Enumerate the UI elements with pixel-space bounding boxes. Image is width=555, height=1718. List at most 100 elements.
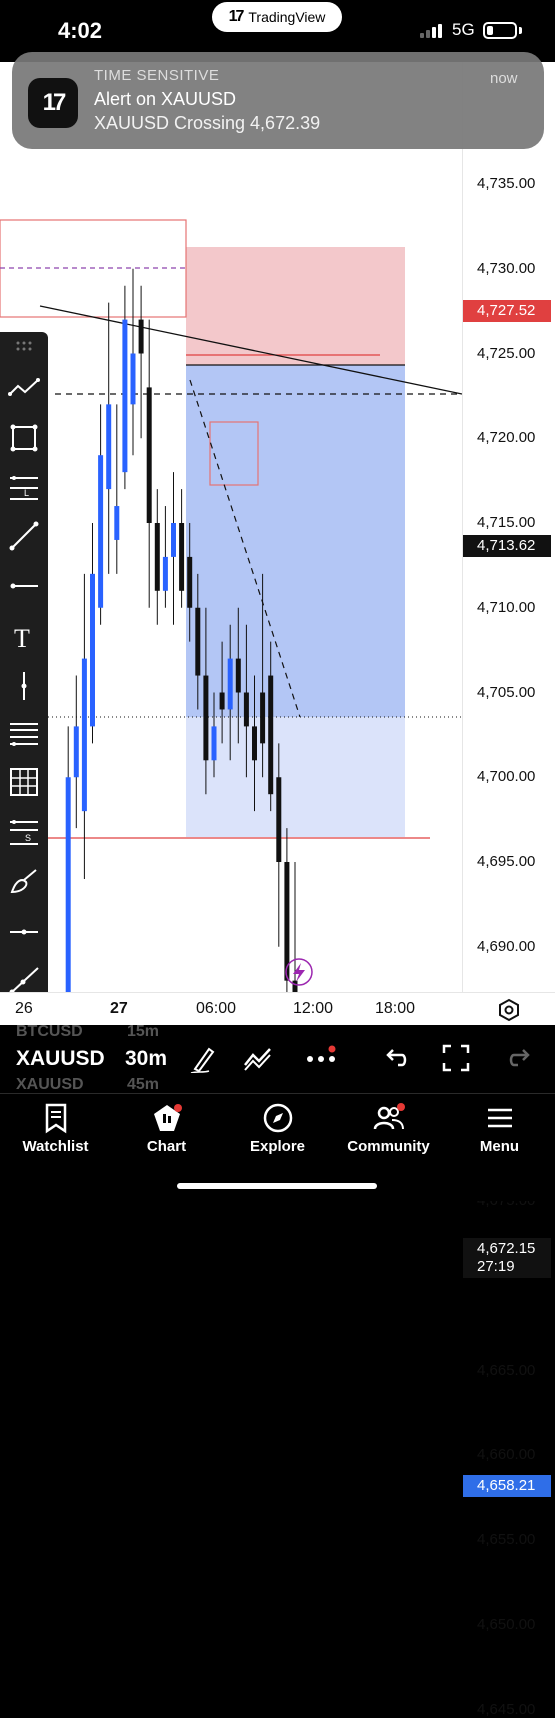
price-axis-label: 4,710.00 xyxy=(477,598,536,616)
candle-body[interactable] xyxy=(73,726,79,778)
nav-menu[interactable]: Menu xyxy=(444,1102,555,1155)
vertical-line-icon[interactable] xyxy=(8,670,40,702)
candle-body[interactable] xyxy=(106,404,112,490)
draw-pen-icon[interactable] xyxy=(187,1043,217,1073)
app-pill-label: TradingView xyxy=(248,9,326,25)
candle-body[interactable] xyxy=(243,692,249,727)
nav-community[interactable]: Community xyxy=(333,1102,444,1155)
candle-body[interactable] xyxy=(98,455,104,608)
candle-body[interactable] xyxy=(211,726,217,761)
interval-selector[interactable]: 30m xyxy=(125,1047,167,1071)
candle-body[interactable] xyxy=(252,726,257,761)
grid-icon[interactable] xyxy=(8,766,40,798)
brush-icon[interactable] xyxy=(8,866,40,898)
candle-body[interactable] xyxy=(268,675,274,795)
compass-icon xyxy=(263,1103,292,1133)
signal-icon xyxy=(420,24,442,38)
notification-time: now xyxy=(490,70,518,87)
fib-retracement-icon[interactable]: S xyxy=(8,816,40,848)
text-icon[interactable]: T xyxy=(8,620,40,652)
chart-icon xyxy=(153,1104,182,1131)
horizontal-lines-icon[interactable] xyxy=(8,718,40,750)
price-axis-label: 4,655.00 xyxy=(477,1531,536,1548)
profit-zone[interactable] xyxy=(186,365,405,717)
chart-plot[interactable]: 17 xyxy=(0,62,462,992)
nav-label: Explore xyxy=(249,1138,306,1155)
candle-body[interactable] xyxy=(81,658,87,812)
redo-icon[interactable] xyxy=(506,1043,536,1073)
candle-body[interactable] xyxy=(195,607,201,676)
candle-body[interactable] xyxy=(114,506,120,540)
entry-price-tag: 4,713.62 xyxy=(463,535,551,558)
line-icon[interactable] xyxy=(8,520,40,552)
tradingview-logo-icon: 17 xyxy=(228,8,245,25)
candle-body[interactable] xyxy=(146,387,152,523)
notification-title: Alert on XAUUSD xyxy=(94,89,237,109)
chart-settings-icon[interactable] xyxy=(496,997,522,1023)
price-axis-label: 4,665.00 xyxy=(477,1361,536,1379)
nav-label: Chart xyxy=(146,1138,187,1155)
time-label: 18:00 xyxy=(375,1000,416,1017)
drag-handle-icon[interactable] xyxy=(8,336,40,356)
candle-body[interactable] xyxy=(235,658,241,693)
candle-body[interactable] xyxy=(171,523,176,557)
more-options-icon[interactable] xyxy=(306,1043,336,1073)
candle-countdown: 27:19 xyxy=(477,1258,515,1276)
fullscreen-icon[interactable] xyxy=(441,1043,471,1073)
candle-body[interactable] xyxy=(203,675,209,761)
candle-body[interactable] xyxy=(219,692,225,710)
candle-body[interactable] xyxy=(227,658,233,710)
nav-watchlist[interactable]: Watchlist xyxy=(0,1102,111,1155)
candle-body[interactable] xyxy=(90,573,95,727)
nav-chart[interactable]: Chart xyxy=(111,1102,222,1155)
watchlist-icon xyxy=(45,1103,66,1134)
candle-body[interactable] xyxy=(122,319,128,473)
price-axis-label: 4,715.00 xyxy=(477,514,536,531)
price-axis-label: 4,730.00 xyxy=(477,259,536,277)
home-indicator xyxy=(177,1183,377,1189)
stop-zone[interactable] xyxy=(186,717,405,837)
time-axis[interactable]: 26 27 06:00 12:00 18:00 xyxy=(0,992,555,1025)
svg-text:L: L xyxy=(24,488,29,498)
alert-notification[interactable]: 17 TIME SENSITIVE Alert on XAUUSD XAUUSD… xyxy=(12,52,544,149)
time-label: 12:00 xyxy=(293,1000,334,1017)
candle-body[interactable] xyxy=(260,692,266,744)
candle-body[interactable] xyxy=(284,862,290,981)
trend-line-tools-icon[interactable] xyxy=(8,372,40,404)
svg-text:S: S xyxy=(25,833,31,843)
price-axis-label: 4,650.00 xyxy=(477,1615,536,1633)
candle-body[interactable] xyxy=(179,523,185,591)
horizontal-line-icon[interactable] xyxy=(8,916,40,948)
horizontal-ray-icon[interactable] xyxy=(8,570,40,602)
ghost-symbol-below: XAUUSD xyxy=(16,1076,84,1093)
price-axis-label: 4,690.00 xyxy=(477,937,536,955)
rectangle-icon[interactable] xyxy=(8,422,40,454)
chart-area[interactable]: 17 4,727.52 4,713.62 4,672.15 27:19 4,65… xyxy=(0,62,555,1718)
community-icon xyxy=(373,1103,405,1130)
undo-icon[interactable] xyxy=(380,1043,410,1073)
candle-body[interactable] xyxy=(276,777,282,862)
candle-body[interactable] xyxy=(162,556,168,591)
nav-explore[interactable]: Explore xyxy=(222,1102,333,1155)
candle-body[interactable] xyxy=(138,319,144,354)
symbol-selector[interactable]: XAUUSD xyxy=(16,1047,105,1071)
time-label: 06:00 xyxy=(196,1000,237,1017)
indicators-icon[interactable] xyxy=(242,1043,272,1073)
price-axis[interactable]: 4,727.52 4,713.62 4,672.15 27:19 4,658.2… xyxy=(462,62,555,1718)
target-zone[interactable] xyxy=(186,247,405,365)
candle-body[interactable] xyxy=(65,777,71,992)
target-price-tag: 4,727.52 xyxy=(463,299,551,322)
clock: 4:02 xyxy=(58,18,103,43)
app-pill[interactable]: 17 TradingView xyxy=(212,2,342,32)
fib-tools-icon[interactable]: L xyxy=(8,472,40,504)
candle-body[interactable] xyxy=(130,353,136,405)
price-axis-label: 4,695.00 xyxy=(477,853,536,870)
candle-body[interactable] xyxy=(154,523,160,591)
price-axis-label: 4,645.00 xyxy=(477,1700,536,1718)
time-label: 27 xyxy=(110,1000,128,1017)
price-axis-label: 4,720.00 xyxy=(477,429,536,447)
nav-label: Community xyxy=(347,1138,430,1155)
nav-label: Menu xyxy=(479,1138,520,1155)
candle-body[interactable] xyxy=(292,980,298,992)
candle-body[interactable] xyxy=(187,556,193,608)
